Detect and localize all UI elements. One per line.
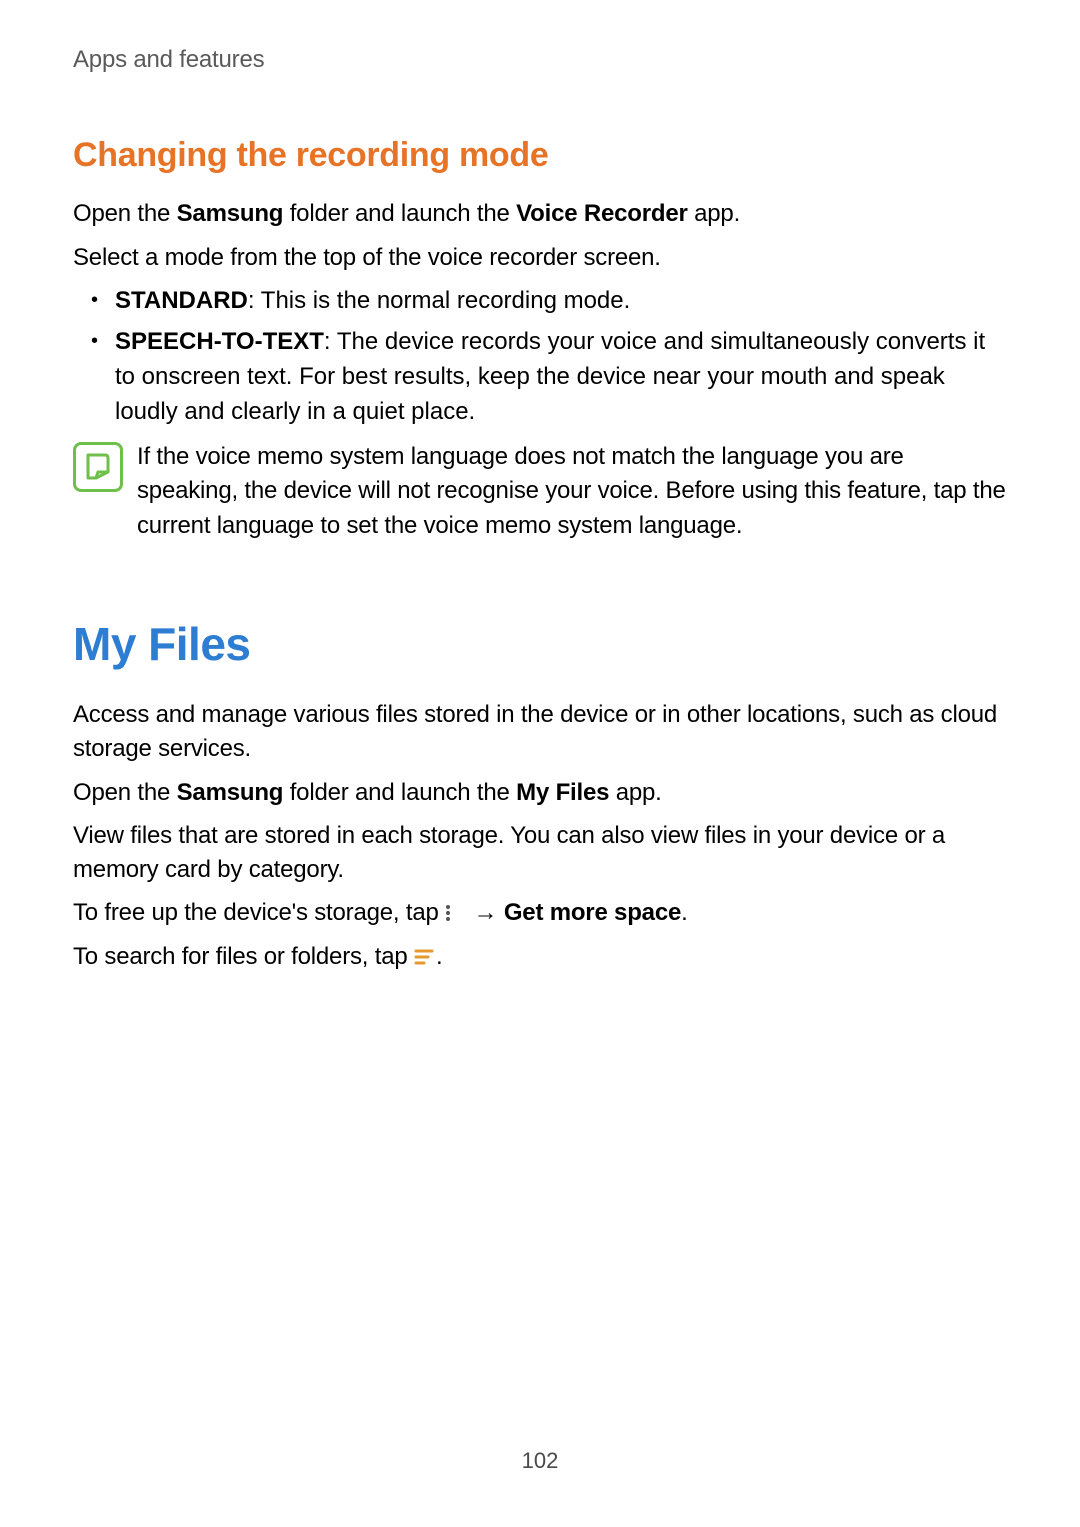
section1-paragraph-2: Select a mode from the top of the voice … (73, 241, 1007, 275)
list-item: SPEECH-TO-TEXT: The device records your … (73, 325, 1007, 429)
text-bold-voice-recorder: Voice Recorder (516, 200, 688, 227)
section2-paragraph-5: To search for files or folders, tap . (73, 940, 1007, 974)
section1-paragraph-1: Open the Samsung folder and launch the V… (73, 197, 1007, 231)
page-number: 102 (0, 1446, 1080, 1477)
recording-modes-list: STANDARD: This is the normal recording m… (73, 284, 1007, 429)
bullet-bold-speech-to-text: SPEECH-TO-TEXT (115, 328, 324, 355)
text-fragment: Open the (73, 200, 177, 227)
heading-changing-recording-mode: Changing the recording mode (73, 132, 1007, 180)
text-fragment: . (681, 899, 687, 926)
section2-paragraph-2: Open the Samsung folder and launch the M… (73, 776, 1007, 810)
note-block: If the voice memo system language does n… (73, 440, 1007, 544)
section2-paragraph-4: To free up the device's storage, tap → G… (73, 896, 1007, 930)
more-options-icon (445, 904, 467, 922)
text-fragment: folder and launch the (283, 200, 516, 227)
search-filter-icon (414, 948, 436, 966)
page-container: Apps and features Changing the recording… (0, 0, 1080, 1527)
text-bold-my-files: My Files (516, 779, 609, 806)
section2-paragraph-3: View files that are stored in each stora… (73, 819, 1007, 886)
text-bold-get-more-space: Get more space (504, 899, 681, 926)
text-bold-samsung: Samsung (177, 779, 284, 806)
text-fragment: To free up the device's storage, tap (73, 899, 445, 926)
bullet-rest: : This is the normal recording mode. (248, 287, 630, 314)
breadcrumb: Apps and features (73, 43, 1007, 77)
heading-my-files: My Files (73, 612, 1007, 676)
bullet-bold-standard: STANDARD (115, 287, 248, 314)
text-fragment: app. (609, 779, 661, 806)
note-text: If the voice memo system language does n… (137, 440, 1007, 544)
text-fragment: Open the (73, 779, 177, 806)
text-fragment: . (436, 943, 442, 970)
list-item: STANDARD: This is the normal recording m… (73, 284, 1007, 319)
text-bold-samsung: Samsung (177, 200, 284, 227)
text-fragment: → (467, 899, 504, 926)
text-fragment: app. (688, 200, 740, 227)
section2-paragraph-1: Access and manage various files stored i… (73, 698, 1007, 765)
text-fragment: folder and launch the (283, 779, 516, 806)
text-fragment: To search for files or folders, tap (73, 943, 414, 970)
note-icon (73, 442, 123, 492)
